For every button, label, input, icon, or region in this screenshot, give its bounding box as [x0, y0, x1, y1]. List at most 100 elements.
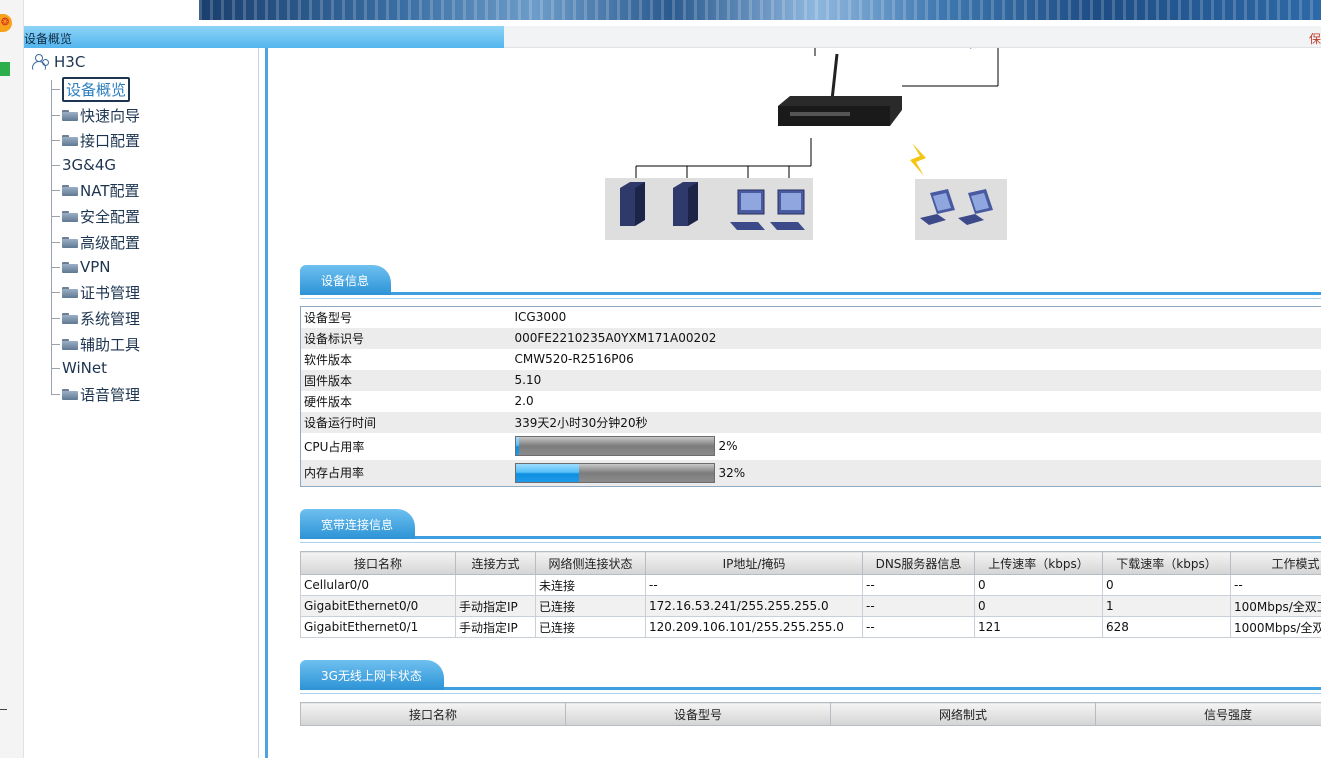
table-cell: [455, 574, 536, 596]
title-bar: 设备概览 保: [24, 26, 1321, 48]
info-row: 设备标识号 000FE2210235A0YXM171A00202: [300, 327, 1321, 349]
top-banner: [24, 0, 1321, 20]
table-cell: 0: [974, 574, 1103, 596]
nav-item[interactable]: 设备概览: [51, 76, 131, 102]
tree-branch: [51, 88, 60, 90]
title-right-text[interactable]: 保: [1309, 30, 1321, 47]
table-cell: 0: [1102, 574, 1231, 596]
table-row: Cellular0/0 未连接 -- -- 0 0 --: [300, 574, 1321, 596]
column-header[interactable]: DNS服务器信息: [862, 551, 975, 575]
nav-item-label: 高级配置: [80, 233, 141, 252]
cpu-label: CPU占用率: [304, 439, 365, 454]
wireless-table: 接口名称 设备型号 网络制式 信号强度: [300, 702, 1321, 726]
nav-item[interactable]: 辅助工具: [51, 333, 140, 355]
table-row: GigabitEthernet0/0 手动指定IP 已连接 172.16.53.241…: [300, 595, 1321, 617]
app-icon[interactable]: [0, 62, 10, 76]
info-row: 固件版本 5.10: [300, 369, 1321, 391]
folder-icon: [62, 236, 78, 248]
column-header[interactable]: 信号强度: [1095, 702, 1321, 726]
nav-item-label: 安全配置: [80, 207, 141, 226]
column-header[interactable]: 网络侧连接状态: [535, 551, 646, 575]
info-row: 软件版本 CMW520-R2516P06: [301, 349, 1321, 370]
nav-item[interactable]: 语音管理: [51, 383, 140, 405]
banner-image: [199, 0, 1321, 20]
nav-item[interactable]: 高级配置: [51, 231, 140, 253]
table-cell: 1: [1102, 595, 1231, 617]
nav-root[interactable]: H3C: [32, 52, 85, 72]
nav-item[interactable]: 接口配置: [51, 129, 140, 151]
device-info-table: 设备型号 ICG3000 设备标识号 000FE2210235A0YXM171A002…: [300, 306, 1321, 487]
memory-progress-bar: [514, 462, 715, 483]
folder-icon: [62, 261, 78, 273]
cpu-progress-bar: [514, 436, 715, 456]
info-value: CMW520-R2516P06: [514, 352, 634, 366]
column-header[interactable]: 设备型号: [565, 702, 831, 726]
table-cell: 121: [974, 616, 1103, 638]
browser-side-strip: ❂: [0, 0, 24, 758]
info-value: 339天2小时30分钟20秒: [511, 411, 1321, 433]
column-header[interactable]: 接口名称: [300, 551, 456, 575]
nav-item-label: 系统管理: [80, 309, 141, 328]
info-key: 设备标识号: [300, 327, 512, 349]
table-cell: 628: [1102, 616, 1231, 638]
column-header[interactable]: 工作模式: [1230, 551, 1321, 575]
tree-branch: [51, 241, 60, 243]
nav-item-label: 接口配置: [80, 131, 141, 150]
info-key: 固件版本: [300, 369, 512, 391]
wireless-bolt-icon: [910, 143, 926, 176]
nav-item[interactable]: 证书管理: [51, 281, 140, 303]
section-rule: [300, 536, 1321, 539]
nav-item[interactable]: 3G&4G: [51, 154, 116, 176]
column-header[interactable]: 连接方式: [455, 551, 536, 575]
tree-branch: [51, 266, 60, 268]
tree-branch: [51, 139, 60, 141]
device-info-header: 设备信息: [300, 265, 1321, 299]
info-value: 5.10: [511, 369, 1321, 391]
folder-icon: [62, 388, 78, 400]
broadband-header: 宽带连接信息: [300, 509, 1321, 543]
folder-icon: [62, 109, 78, 121]
folder-icon: [62, 312, 78, 324]
server-icon: [673, 182, 698, 226]
laptop-group-panel: [915, 179, 1007, 240]
memory-progress-fill: [515, 463, 579, 482]
info-row: 设备型号 ICG3000: [301, 307, 1321, 328]
info-row: 硬件版本 2.0: [301, 391, 1321, 412]
table-cell: --: [645, 574, 863, 596]
column-header[interactable]: 接口名称: [300, 702, 566, 726]
server-icon: [620, 182, 645, 226]
column-header[interactable]: IP地址/掩码: [645, 551, 863, 575]
weibo-icon[interactable]: ❂: [0, 14, 12, 32]
table-cell: --: [862, 616, 975, 638]
table-cell: 1000Mbps/全双工: [1230, 616, 1321, 638]
table-cell: 未连接: [535, 574, 646, 596]
folder-icon: [62, 134, 78, 146]
section-rule: [300, 687, 1321, 690]
nav-item-label: 辅助工具: [80, 335, 141, 354]
nav-item-label: VPN: [80, 258, 111, 276]
nav-item[interactable]: VPN: [51, 256, 111, 278]
nav-item[interactable]: 安全配置: [51, 205, 140, 227]
tree-branch: [51, 189, 60, 191]
wireless-header: 3G无线上网卡状态: [300, 660, 1321, 694]
column-header[interactable]: 上传速率（kbps）: [974, 551, 1103, 575]
cpu-value: 2%: [718, 439, 738, 453]
column-header[interactable]: 网络制式: [830, 702, 1096, 726]
browser-window: ❂ 设备概览 保 H3C 设备概览 快速向导接口配置 3G&4G NAT配置安全配置高…: [0, 0, 1321, 758]
memory-label: 内存占用率: [300, 459, 512, 487]
router-icon: [778, 53, 902, 126]
column-header[interactable]: 下载速率（kbps）: [1102, 551, 1231, 575]
cpu-progress-fill: [515, 437, 520, 455]
frame-divider[interactable]: [258, 48, 270, 758]
nav-item[interactable]: 系统管理: [51, 307, 140, 329]
tree-branch: [51, 317, 60, 319]
nav-item[interactable]: NAT配置: [51, 179, 139, 201]
nav-item[interactable]: WiNet: [51, 357, 107, 379]
nav-item[interactable]: 快速向导: [51, 104, 140, 126]
table-cell: 手动指定IP: [455, 616, 536, 638]
tree-branch: [51, 343, 60, 345]
wireless-title: 3G无线上网卡状态: [300, 660, 444, 690]
table-cell: 已连接: [535, 595, 646, 617]
table-cell: Cellular0/0: [300, 574, 456, 596]
tree-branch: [51, 164, 60, 166]
